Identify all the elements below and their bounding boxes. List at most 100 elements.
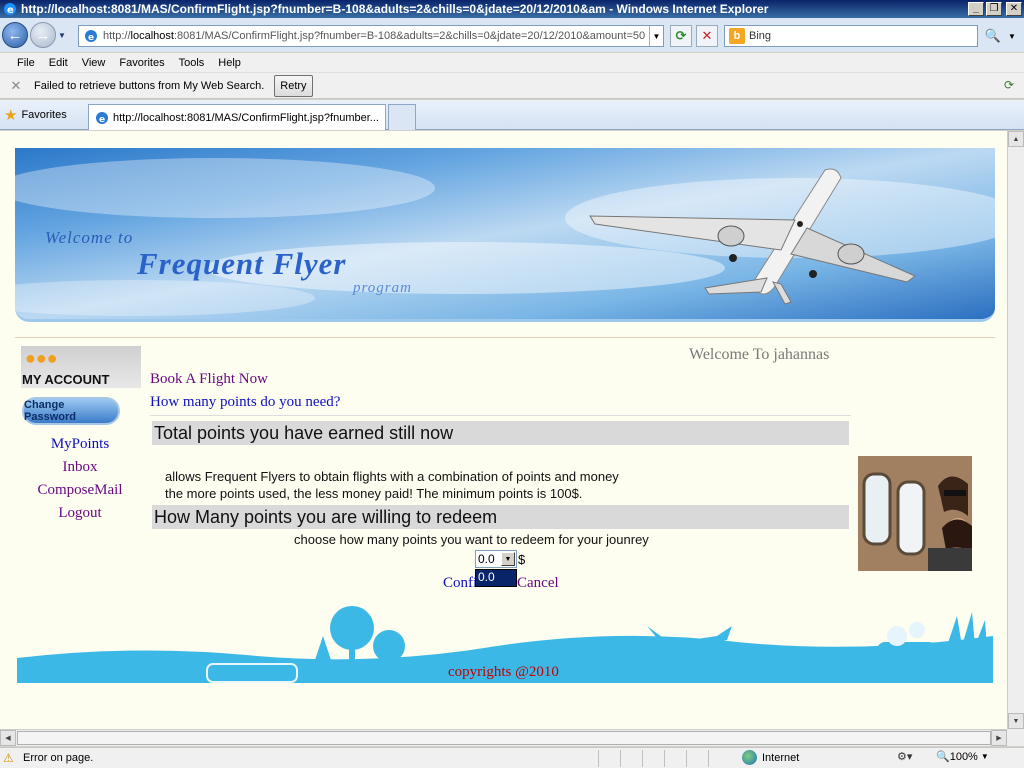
address-toolbar: ← → ▼ e http://localhost:8081/MAS/Confir… <box>0 18 1024 52</box>
svg-text:e: e <box>99 115 105 125</box>
sidebar-link-logout[interactable]: Logout <box>20 505 140 522</box>
sidebar-link-inbox[interactable]: Inbox <box>20 459 140 476</box>
horizontal-scrollbar[interactable]: ◀ ▶ <box>0 729 1007 746</box>
my-account-label: MY ACCOUNT <box>22 372 110 387</box>
status-panes <box>598 750 730 767</box>
address-bar[interactable]: e http://localhost:8081/MAS/ConfirmFligh… <box>78 25 664 47</box>
minimize-button[interactable]: _ <box>968 2 984 16</box>
favorites-button[interactable]: ★ Favorites <box>4 106 67 124</box>
search-icon[interactable]: 🔍 <box>982 25 1004 47</box>
currency-label: $ <box>518 552 526 567</box>
svg-text:e: e <box>88 33 94 43</box>
header-divider <box>15 337 995 338</box>
menu-help[interactable]: Help <box>211 57 248 69</box>
horizontal-scroll-thumb[interactable] <box>17 731 991 745</box>
people-icon: ●●● <box>25 348 58 368</box>
points-needed-link[interactable]: How many points do you need? <box>150 394 340 411</box>
status-text[interactable]: Error on page. <box>23 752 93 764</box>
banner-subtitle: program <box>353 280 412 296</box>
scroll-right-icon[interactable]: ▶ <box>991 730 1007 746</box>
window-title: http://localhost:8081/MAS/ConfirmFlight.… <box>21 2 769 16</box>
my-account-logo: ●●● MY ACCOUNT <box>21 346 141 388</box>
points-dropdown-option[interactable]: 0.0 <box>475 569 517 587</box>
bing-icon: b <box>729 28 745 44</box>
scrollbar-corner <box>1007 729 1024 746</box>
tab-favicon-icon: e <box>96 111 108 125</box>
restore-button[interactable]: ❐ <box>986 2 1002 16</box>
svg-text:e: e <box>7 5 14 16</box>
page-favicon-icon: e <box>85 30 97 43</box>
protected-mode-icon[interactable]: ⚙▾ <box>897 750 912 763</box>
zoom-level: 100% <box>949 750 978 763</box>
search-box[interactable]: b Bing <box>724 25 978 47</box>
zoom-control[interactable]: 🔍 100% ▼ <box>936 750 989 764</box>
choose-points-text: choose how many points you want to redee… <box>294 532 649 547</box>
status-pane <box>664 750 686 767</box>
address-dropdown-icon[interactable]: ▼ <box>649 26 663 46</box>
retry-button[interactable]: Retry <box>274 74 313 97</box>
menu-favorites[interactable]: Favorites <box>112 57 171 69</box>
refresh-button[interactable]: ⟳ <box>670 25 692 47</box>
star-icon: ★ <box>4 107 18 124</box>
sidebar-link-mypoints[interactable]: MyPoints <box>20 436 140 453</box>
menu-edit[interactable]: Edit <box>42 57 75 69</box>
new-tab-button[interactable] <box>388 104 416 130</box>
section-total-points-heading: Total points you have earned still now <box>152 421 849 445</box>
vertical-scrollbar[interactable]: ▲ ▼ <box>1007 131 1024 729</box>
description-line-2: the more points used, the less money pai… <box>165 486 583 501</box>
book-flight-link[interactable]: Book A Flight Now <box>150 371 268 388</box>
chevron-down-icon[interactable]: ▼ <box>501 552 515 566</box>
zoom-dropdown-icon[interactable]: ▼ <box>981 752 989 761</box>
back-button[interactable]: ← <box>2 22 28 48</box>
toolbar-options-icon[interactable]: ⟳ <box>1004 78 1018 92</box>
passengers-photo <box>858 456 972 571</box>
status-pane <box>598 750 620 767</box>
points-select[interactable]: 0.0 ▼ <box>475 550 517 568</box>
banner: Welcome to Frequent Flyer program <box>15 148 995 322</box>
menu-file[interactable]: File <box>10 57 42 69</box>
change-password-button[interactable]: Change Password <box>22 397 120 425</box>
status-pane <box>642 750 664 767</box>
banner-welcome: Welcome to <box>45 228 134 247</box>
zoom-icon: 🔍 <box>936 751 950 763</box>
welcome-user-text: Welcome To jahannas <box>689 346 830 363</box>
status-pane <box>686 750 708 767</box>
scroll-up-icon[interactable]: ▲ <box>1008 131 1024 147</box>
airplane-icon <box>589 168 916 305</box>
security-zone[interactable]: Internet <box>742 750 799 765</box>
menu-view[interactable]: View <box>75 57 113 69</box>
zone-label: Internet <box>762 751 800 764</box>
search-placeholder[interactable]: Bing <box>749 30 771 42</box>
menu-tools[interactable]: Tools <box>172 57 212 69</box>
toolbar-infobar: ✕ Failed to retrieve buttons from My Web… <box>0 73 1024 99</box>
description-line-1: allows Frequent Flyers to obtain flights… <box>165 469 619 484</box>
tab-title: http://localhost:8081/MAS/ConfirmFlight.… <box>113 111 379 124</box>
tab-bar: ★ Favorites e http://localhost:8081/MAS/… <box>0 100 1024 130</box>
stop-button[interactable]: ✕ <box>696 25 718 47</box>
history-dropdown-icon[interactable]: ▼ <box>58 31 70 40</box>
globe-icon <box>742 750 757 765</box>
infobar-message: Failed to retrieve buttons from My Web S… <box>34 79 265 92</box>
content-divider <box>150 415 851 416</box>
ie-logo-icon: e <box>2 1 18 17</box>
cancel-link[interactable]: Cancel <box>517 575 559 592</box>
forward-button[interactable]: → <box>30 22 56 48</box>
warning-icon[interactable]: ⚠ <box>3 751 17 765</box>
favorites-label: Favorites <box>21 109 67 121</box>
points-select-value: 0.0 <box>478 552 495 566</box>
search-dropdown-icon[interactable]: ▼ <box>1006 25 1018 47</box>
scroll-down-icon[interactable]: ▼ <box>1008 713 1024 729</box>
address-url[interactable]: http://localhost:8081/MAS/ConfirmFlight.… <box>103 30 649 42</box>
sidebar-link-composemail[interactable]: ComposeMail <box>20 482 140 499</box>
web-page: Welcome to Frequent Flyer program ●●● MY… <box>0 131 1007 729</box>
status-bar: ⚠ Error on page. Internet ⚙▾ 🔍 100% ▼ <box>0 747 1024 768</box>
menu-bar: File Edit View Favorites Tools Help <box>0 53 1024 73</box>
close-toolbar-icon[interactable]: ✕ <box>6 78 26 94</box>
status-pane <box>708 750 730 767</box>
status-pane <box>620 750 642 767</box>
banner-title: Frequent Flyer <box>137 246 347 281</box>
tab-active[interactable]: e http://localhost:8081/MAS/ConfirmFligh… <box>88 104 386 130</box>
window-titlebar: e http://localhost:8081/MAS/ConfirmFligh… <box>0 0 1024 18</box>
scroll-left-icon[interactable]: ◀ <box>0 730 16 746</box>
close-window-button[interactable]: ✕ <box>1006 2 1022 16</box>
